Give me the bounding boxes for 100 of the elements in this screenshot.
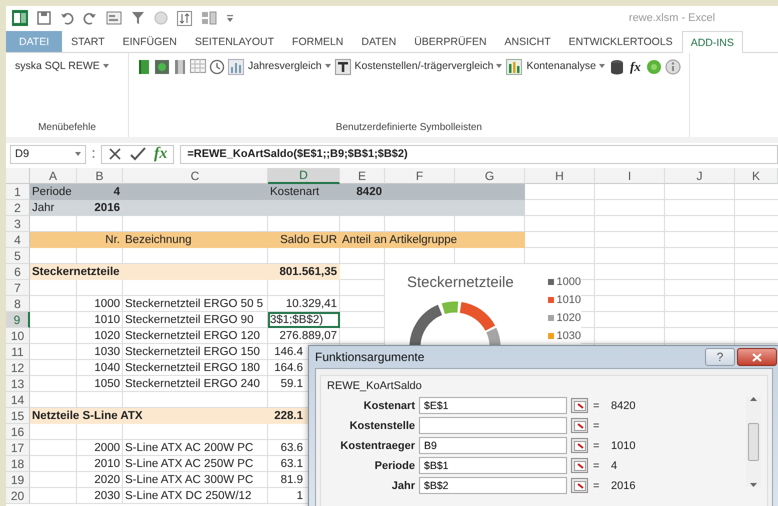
collapse-button[interactable] [571,418,588,433]
chart-icon[interactable] [228,59,244,75]
row-header[interactable]: 15 [6,408,30,424]
row-header[interactable]: 10 [6,328,30,344]
check-icon[interactable] [130,147,146,161]
sort-icon[interactable] [177,10,192,26]
row-header[interactable]: 4 [6,232,30,248]
close-button[interactable] [737,348,777,366]
table-cell-text: Steckernetzteil ERGO 120 [124,328,261,344]
table-cell: Nr. [77,232,123,248]
table-cell: Kostenart [268,184,340,200]
row-header[interactable]: 2 [6,200,30,216]
caret-icon [75,152,81,156]
table-cell: 801.561,35 [268,264,340,280]
argument-result: 2016 [611,480,636,492]
scroll-up-icon[interactable] [750,397,757,401]
scrollbar[interactable] [746,397,761,487]
row-header[interactable]: 9 [6,312,30,328]
ribbon-tab[interactable]: ANSICHT [496,31,560,52]
text-box-icon[interactable] [334,59,351,75]
row-header[interactable]: 17 [6,440,30,456]
row-header[interactable]: 5 [6,248,30,264]
table-cell-text: Steckernetzteil ERGO 50 5 [124,296,264,312]
collapse-button[interactable] [571,478,588,493]
input-field[interactable]: $B$2 [419,477,567,494]
input-field[interactable]: B9 [419,437,567,454]
table-cell: 3$1;$B$2) [268,312,340,328]
help-icon[interactable] [646,59,662,75]
row-header[interactable]: 7 [6,280,30,296]
ribbon-tab[interactable]: ENTWICKLERTOOLS [560,31,682,52]
save-icon[interactable] [37,11,51,25]
form-icon[interactable] [106,11,122,25]
row-header[interactable]: 16 [6,424,30,440]
dropdown-button[interactable]: Kostenstellen/-trägervergleich [354,59,504,73]
row-header[interactable]: 8 [6,296,30,312]
ribbon-tab[interactable]: START [62,31,114,52]
row-header[interactable]: 13 [6,376,30,392]
collapse-button[interactable] [571,458,588,473]
row-header[interactable]: 3 [6,216,30,232]
input-field[interactable] [419,417,567,434]
argument-label: Periode [374,460,415,472]
column-header[interactable]: C [123,168,268,184]
table-cell-text: 164.6 [273,360,304,376]
bar-chart-icon[interactable] [506,59,522,75]
spreadsheet-logo-icon[interactable] [12,10,28,26]
clock-icon[interactable] [209,59,225,75]
column-header[interactable]: G [455,168,525,184]
column-header[interactable]: H [525,168,595,184]
row-header[interactable]: 19 [6,472,30,488]
column-header[interactable]: F [385,168,455,184]
column-header[interactable]: E [340,168,385,184]
table-cell-text: 1010 [93,312,121,328]
row-header[interactable]: 1 [6,184,30,200]
table-cell-text: 2020 [93,472,121,488]
row-header[interactable]: 6 [6,264,30,280]
table-cell-text: S-Line ATX DC 250W/12 [124,488,252,504]
collapse-button[interactable] [571,398,588,413]
function-button[interactable]: fx [628,59,643,75]
row-header[interactable]: 20 [6,488,30,504]
column-header[interactable]: A [30,168,77,184]
dropdown-button[interactable]: Kontenanalyse [525,59,606,73]
input-field[interactable]: $E$1 [419,397,567,414]
column-header[interactable]: K [735,168,778,184]
scrollbar-thumb[interactable] [748,423,759,461]
table-cell-text: 2030 [93,488,121,504]
ribbon-tab[interactable]: DATEN [352,31,406,52]
column-header[interactable]: B [77,168,123,184]
table-cell-text: 1030 [93,344,121,360]
ribbon-tab[interactable]: ADD-INS [682,31,743,53]
column-header[interactable]: J [665,168,735,184]
dropdown-button[interactable]: Jahresvergleich [247,59,332,73]
cancel-icon[interactable] [108,147,122,161]
input-field[interactable]: $B$1 [419,457,567,474]
formula-field[interactable]: =REWE_KoArtSaldo($E$1;;B9;$B$1;$B$2) [180,144,778,164]
ribbon-tab[interactable]: FORMELN [283,31,352,52]
customize-icon[interactable] [226,13,234,23]
range-select-icon [574,480,586,490]
scroll-down-icon[interactable] [750,483,757,487]
insert-function-button[interactable]: fx [154,145,168,163]
collapse-button[interactable] [571,438,588,453]
help-button[interactable]: ? [705,348,735,366]
range-select-icon [574,460,586,470]
layout-icon[interactable] [201,11,217,25]
dropdown-button[interactable]: syska SQL REWE [14,59,110,73]
name-box[interactable]: D9 [10,144,86,164]
filter-icon[interactable] [131,11,145,25]
table-icon[interactable] [190,59,206,73]
ribbon-tab[interactable]: SEITENLAYOUT [186,31,284,52]
row-header[interactable]: 18 [6,456,30,472]
ribbon-tab[interactable]: ÜBERPRÜFEN [405,31,496,52]
row-header[interactable]: 12 [6,360,30,376]
redo-icon[interactable] [83,11,97,25]
column-header[interactable]: D [268,168,340,184]
row-header[interactable]: 14 [6,392,30,408]
undo-icon[interactable] [60,11,74,25]
row-header[interactable]: 11 [6,344,30,360]
column-header[interactable]: I [595,168,665,184]
info-icon[interactable] [664,59,681,75]
ribbon-tab[interactable]: EINFÜGEN [114,31,186,52]
caret-icon [324,64,331,68]
